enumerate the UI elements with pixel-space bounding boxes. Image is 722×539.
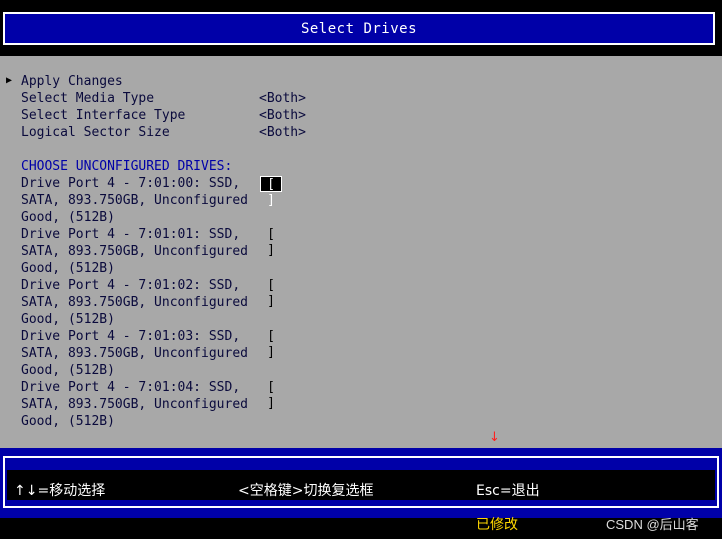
select-media-type-value[interactable]: <Both>: [259, 90, 306, 107]
footer-toggle-hint: <空格键>切换复选框: [238, 483, 374, 499]
drive-item-line1: Drive Port 4 - 7:01:00: SSD,: [21, 176, 241, 191]
drive-checkbox[interactable]: [ ]: [260, 380, 282, 411]
drive-item-line2: SATA, 893.750GB, Unconfigured: [21, 193, 248, 208]
drive-item-line3: Good, (512B): [21, 312, 115, 327]
main-panel: ▶ Apply Changes Select Media Type <Both>…: [0, 56, 722, 448]
apply-changes-item[interactable]: Apply Changes: [21, 73, 123, 90]
drive-item-line3: Good, (512B): [21, 261, 115, 276]
title-bar: Select Drives: [0, 0, 722, 56]
drive-checkbox[interactable]: [ ]: [260, 278, 282, 309]
annotation-arrow-icon: ↓: [489, 430, 500, 445]
modified-annotation: 已修改: [476, 517, 518, 533]
drive-checkbox[interactable]: [ ]: [260, 227, 282, 258]
select-interface-type-label: Select Interface Type: [21, 108, 186, 123]
watermark: CSDN @后山客: [606, 517, 699, 532]
select-media-type-label: Select Media Type: [21, 91, 155, 106]
drive-item-line1: Drive Port 4 - 7:01:04: SSD,: [21, 380, 241, 395]
select-interface-type-value[interactable]: <Both>: [259, 107, 306, 124]
drive-item-line2: SATA, 893.750GB, Unconfigured: [21, 244, 248, 259]
drive-checkbox[interactable]: [ ]: [260, 176, 282, 208]
drive-item-line2: SATA, 893.750GB, Unconfigured: [21, 295, 248, 310]
drive-checkbox[interactable]: [ ]: [260, 329, 282, 360]
drive-item-line1: Drive Port 4 - 7:01:01: SSD,: [21, 227, 241, 242]
drive-item-line1: Drive Port 4 - 7:01:02: SSD,: [21, 278, 241, 293]
footer-move-hint: ↑↓=移动选择: [14, 483, 106, 499]
drive-item-line3: Good, (512B): [21, 363, 115, 378]
page-title: Select Drives: [3, 12, 715, 45]
selection-pointer-icon: ▶: [6, 75, 13, 86]
drive-item-line2: SATA, 893.750GB, Unconfigured: [21, 346, 248, 361]
drive-item-line3: Good, (512B): [21, 210, 115, 225]
logical-sector-size-label: Logical Sector Size: [21, 125, 170, 140]
footer-esc-hint: Esc=退出: [476, 483, 540, 499]
logical-sector-size-value[interactable]: <Both>: [259, 124, 306, 141]
drives-section-header: CHOOSE UNCONFIGURED DRIVES:: [21, 159, 233, 174]
drive-item-line3: Good, (512B): [21, 414, 115, 429]
drive-item-line1: Drive Port 4 - 7:01:03: SSD,: [21, 329, 241, 344]
drive-item-line2: SATA, 893.750GB, Unconfigured: [21, 397, 248, 412]
